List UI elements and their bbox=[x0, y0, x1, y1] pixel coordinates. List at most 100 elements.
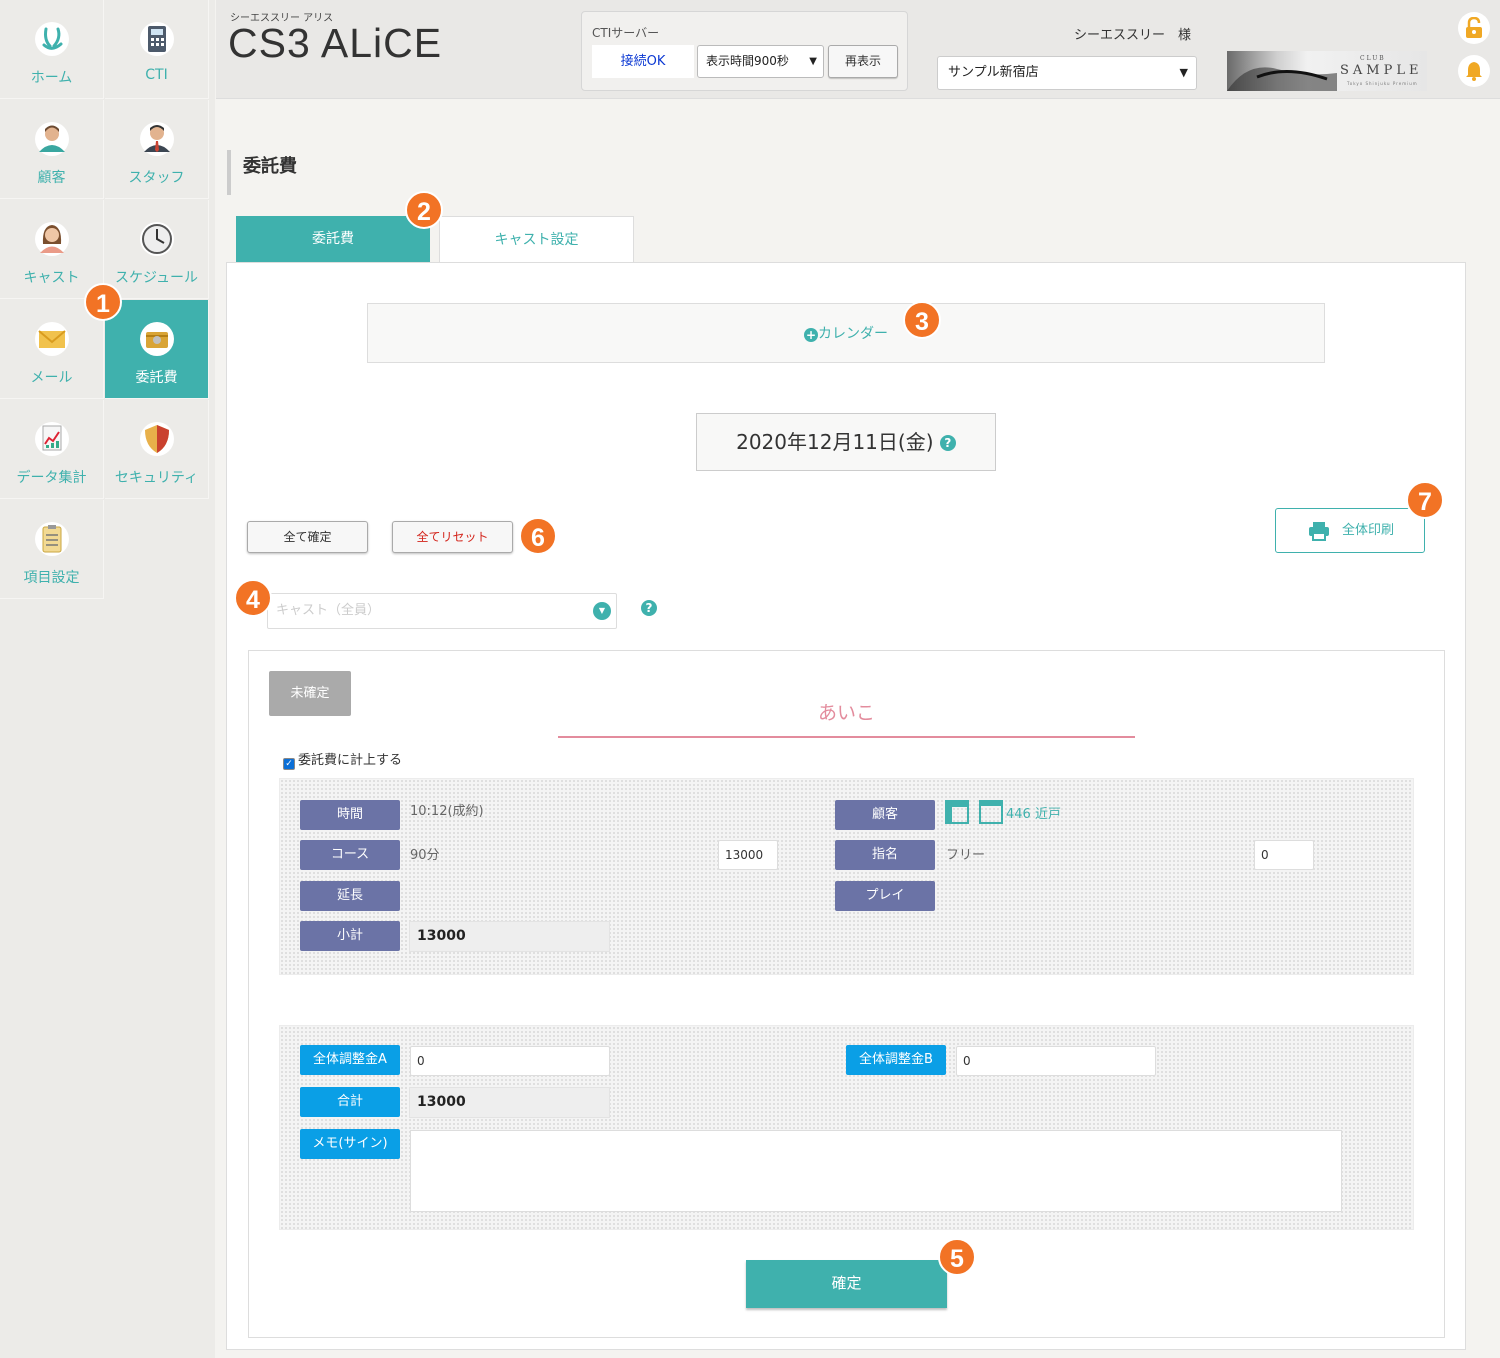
sidebar-item-security[interactable]: セキュリティ bbox=[105, 400, 209, 499]
label-time: 時間 bbox=[300, 800, 400, 830]
sidebar-item-label: メール bbox=[30, 370, 73, 386]
sidebar: ホーム CTI 顧客 スタッフ キャスト スケジュール メール 委託費 データ集… bbox=[0, 0, 215, 1358]
annotation-badge-7: 7 bbox=[1406, 481, 1444, 519]
sidebar-item-label: スタッフ bbox=[128, 170, 185, 186]
sidebar-item-label: 委託費 bbox=[135, 370, 178, 386]
calendar-label: カレンダー bbox=[818, 326, 888, 342]
customer-icon bbox=[35, 122, 69, 156]
include-fee-checkbox[interactable]: ✓ 委託費に計上する bbox=[283, 752, 402, 770]
print-all-label: 全体印刷 bbox=[1342, 523, 1395, 538]
label-subtotal: 小計 bbox=[300, 921, 400, 951]
confirm-all-button[interactable]: 全て確定 bbox=[247, 521, 368, 553]
shield-icon bbox=[140, 422, 174, 456]
sidebar-item-schedule[interactable]: スケジュール bbox=[105, 200, 209, 299]
wallet-icon bbox=[140, 322, 174, 356]
annotation-badge-5: 5 bbox=[938, 1238, 976, 1276]
cti-panel: CTIサーバー 接続OK 表示時間900秒 ▼ 再表示 bbox=[581, 11, 908, 91]
annotation-badge-1: 1 bbox=[84, 283, 122, 321]
course-value: 90分 bbox=[410, 848, 440, 863]
store-value: サンプル新宿店 bbox=[948, 65, 1039, 80]
total-value: 13000 bbox=[409, 1087, 610, 1118]
adjust-a-input[interactable]: 0 bbox=[410, 1046, 610, 1076]
tab-fee[interactable]: 委託費 bbox=[236, 216, 430, 262]
cast-fee-card bbox=[248, 650, 1445, 1338]
sidebar-item-label: ホーム bbox=[30, 70, 73, 86]
label-customer: 顧客 bbox=[835, 800, 935, 830]
refresh-button[interactable]: 再表示 bbox=[828, 45, 898, 78]
annotation-badge-4: 4 bbox=[234, 579, 272, 617]
sidebar-item-staff[interactable]: スタッフ bbox=[105, 100, 209, 199]
sidebar-item-label: キャスト bbox=[23, 270, 80, 286]
label-adjust-b: 全体調整金B bbox=[846, 1045, 946, 1075]
adjust-b-input[interactable]: 0 bbox=[956, 1046, 1156, 1076]
plus-icon: + bbox=[804, 328, 818, 342]
cti-status: 接続OK bbox=[592, 45, 694, 78]
chevron-down-icon: ▼ bbox=[1179, 66, 1188, 79]
lock-button[interactable] bbox=[1458, 12, 1490, 44]
memo-textarea[interactable] bbox=[410, 1130, 1342, 1212]
help-icon[interactable]: ? bbox=[939, 435, 956, 451]
sidebar-item-cti[interactable]: CTI bbox=[105, 0, 209, 99]
bell-icon bbox=[1466, 62, 1482, 81]
sidebar-item-label: スケジュール bbox=[114, 270, 199, 286]
window-icon[interactable] bbox=[979, 800, 1003, 824]
cti-interval-select[interactable]: 表示時間900秒 ▼ bbox=[697, 45, 824, 78]
date-value: 2020年12月11日(金) bbox=[736, 430, 934, 454]
logo-text: SAMPLE bbox=[1340, 63, 1423, 78]
header: シーエススリー アリス CS3 ALiCE CTIサーバー 接続OK 表示時間9… bbox=[216, 0, 1500, 99]
logo-image bbox=[1227, 67, 1337, 91]
store-select[interactable]: サンプル新宿店 ▼ bbox=[937, 56, 1197, 90]
reset-all-button[interactable]: 全てリセット bbox=[392, 521, 513, 553]
label-adjust-a: 全体調整金A bbox=[300, 1045, 400, 1075]
sidebar-item-home[interactable]: ホーム bbox=[0, 0, 104, 99]
dropdown-icon: ▼ bbox=[593, 602, 611, 620]
sidebar-item-customer[interactable]: 顧客 bbox=[0, 100, 104, 199]
printer-icon bbox=[1309, 522, 1329, 541]
label-play: プレイ bbox=[835, 881, 935, 911]
logo-small-text: Tokyo Shinjuku Premium bbox=[1347, 81, 1418, 86]
unlock-icon bbox=[1466, 17, 1482, 38]
sidebar-item-fee[interactable]: 委託費 bbox=[105, 300, 209, 399]
store-logo: CLUB SAMPLE Tokyo Shinjuku Premium bbox=[1227, 51, 1427, 91]
home-icon bbox=[35, 22, 69, 56]
customer-link[interactable]: 446 近戸 bbox=[1006, 803, 1061, 822]
course-price-input[interactable]: 13000 bbox=[718, 840, 778, 870]
checkbox-checked-icon[interactable]: ✓ bbox=[283, 758, 295, 770]
clipboard-icon bbox=[35, 522, 69, 556]
staff-icon bbox=[140, 122, 174, 156]
label-course: コース bbox=[300, 840, 400, 870]
label-total: 合計 bbox=[300, 1087, 400, 1117]
print-all-button[interactable]: 全体印刷 bbox=[1275, 508, 1425, 553]
window-icon[interactable] bbox=[945, 800, 969, 824]
tab-cast-settings[interactable]: キャスト設定 bbox=[439, 216, 634, 262]
cast-name: あいこ bbox=[558, 697, 1135, 738]
chevron-down-icon: ▼ bbox=[809, 56, 817, 67]
annotation-badge-2: 2 bbox=[405, 191, 443, 229]
phone-icon bbox=[140, 22, 174, 56]
subtotal-value: 13000 bbox=[409, 921, 610, 952]
chart-icon bbox=[35, 422, 69, 456]
annotation-badge-6: 6 bbox=[519, 517, 557, 555]
cti-title: CTIサーバー bbox=[592, 26, 660, 40]
notification-button[interactable] bbox=[1458, 55, 1490, 87]
label-nomination: 指名 bbox=[835, 840, 935, 870]
nomination-price-input[interactable]: 0 bbox=[1254, 840, 1314, 870]
cast-icon bbox=[35, 222, 69, 256]
sidebar-item-data[interactable]: データ集計 bbox=[0, 400, 104, 499]
help-icon[interactable]: ? bbox=[641, 600, 657, 616]
mail-icon bbox=[35, 322, 69, 356]
cast-filter-select[interactable]: キャスト（全員） ▼ bbox=[267, 593, 617, 629]
label-extension: 延長 bbox=[300, 881, 400, 911]
calendar-toggle[interactable]: + カレンダー bbox=[367, 303, 1325, 363]
nomination-value: フリー bbox=[946, 848, 986, 863]
page-title: 委託費 bbox=[227, 150, 297, 195]
brand-logo[interactable]: CS3 ALiCE bbox=[228, 20, 442, 67]
sidebar-item-settings[interactable]: 項目設定 bbox=[0, 500, 104, 599]
sidebar-item-cast[interactable]: キャスト bbox=[0, 200, 104, 299]
confirm-button[interactable]: 確定 bbox=[746, 1260, 947, 1308]
logo-club-text: CLUB bbox=[1360, 55, 1386, 62]
annotation-badge-3: 3 bbox=[903, 301, 941, 339]
cast-filter-placeholder: キャスト（全員） bbox=[276, 603, 381, 618]
status-badge: 未確定 bbox=[269, 671, 351, 716]
user-name: シーエススリー 様 bbox=[1074, 28, 1192, 43]
